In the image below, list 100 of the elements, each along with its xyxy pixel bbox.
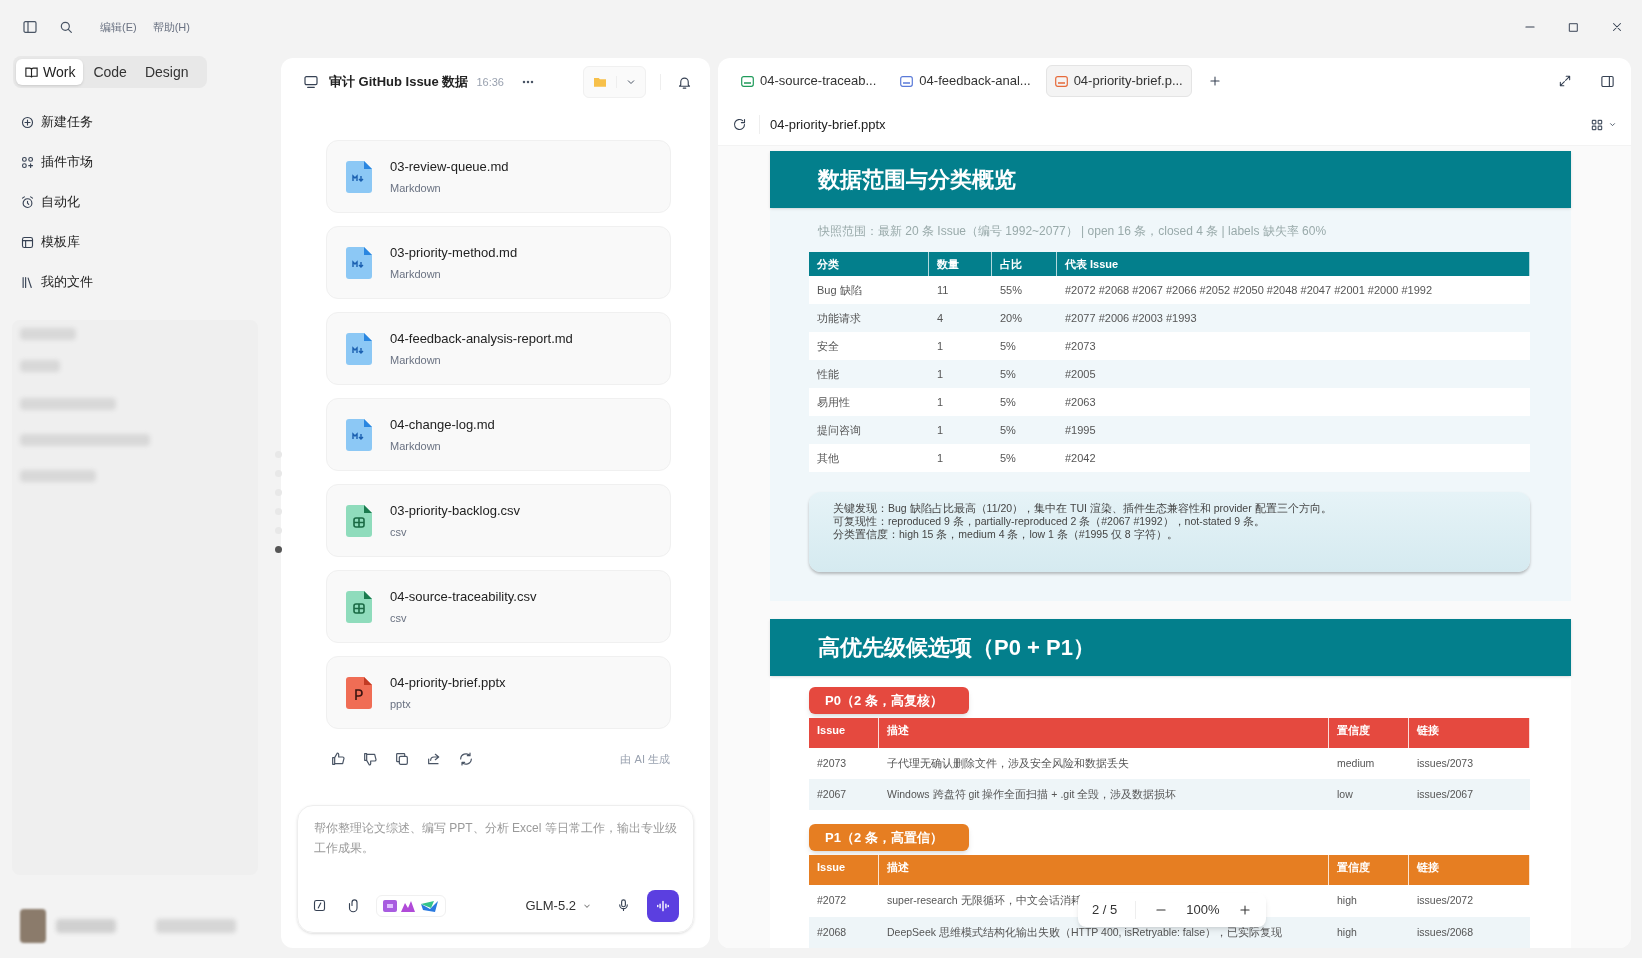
- finding-line: 关键发现：Bug 缺陷占比最高（11/20），集中在 TUI 渲染、插件生态兼容性和 provider 配置三个方向。: [833, 502, 1333, 515]
- file-type: csv: [390, 610, 408, 626]
- table-cell-text: 20%: [999, 310, 1024, 326]
- file-tab[interactable]: 04-source-traceab...: [732, 65, 886, 97]
- table-cell-text: 易用性: [816, 394, 851, 410]
- nav-item[interactable]: 模板库: [41, 232, 80, 252]
- page-indicator: 2 / 5: [1092, 901, 1118, 920]
- table-cell: issues/2072: [1417, 893, 1474, 909]
- chat-title: 审计 GitHub Issue 数据: [329, 73, 469, 92]
- model-selector[interactable]: GLM-5.2: [525, 895, 592, 916]
- table-cell-text: 5%: [999, 450, 1017, 466]
- table-cell-text: 4: [936, 310, 945, 326]
- table-cell-text: Windows 跨盘符 git 操作全面扫描 + .git 全毁，涉及数据损坏: [887, 786, 1177, 802]
- table-cell: high: [1337, 893, 1357, 909]
- table-cell-text: medium: [1337, 755, 1375, 771]
- alarm-clock-icon[interactable]: [20, 194, 35, 210]
- copy-icon[interactable]: [394, 751, 410, 768]
- table-cell-text: #2067: [817, 786, 847, 802]
- close-icon[interactable]: [1610, 20, 1624, 34]
- table-cell-text: 1: [936, 394, 945, 410]
- nav-item[interactable]: 新建任务: [41, 112, 93, 132]
- file-card[interactable]: 04-priority-brief.pptx pptx: [326, 656, 671, 729]
- sidebar-toggle-icon[interactable]: [22, 19, 38, 35]
- bell-icon[interactable]: [677, 74, 692, 90]
- mode-tab[interactable]: Code: [85, 59, 135, 85]
- priority-label: P0（2 条，高复核）: [809, 687, 969, 714]
- thumbs-down-icon[interactable]: [362, 751, 378, 768]
- finding-line: 分类置信度：high 15 条，medium 4 条，low 1 条（#1995 仅 8 字符）。: [833, 528, 1179, 541]
- blurred-avatar: [20, 909, 46, 943]
- nav-item[interactable]: 自动化: [41, 192, 80, 212]
- file-name: 03-priority-method.md: [390, 244, 518, 262]
- refresh-icon[interactable]: [458, 751, 474, 768]
- markdown-file-icon: [346, 332, 372, 365]
- add-tab-icon[interactable]: [1207, 74, 1222, 88]
- file-type: Markdown: [390, 180, 442, 196]
- table-cell-text: #2072 #2068 #2067 #2066 #2052 #2050 #2048 #2047 #2001 #2000 #1992: [1064, 282, 1434, 298]
- file-card[interactable]: 03-review-queue.md Markdown: [326, 140, 671, 213]
- file-name: 04-change-log.md: [390, 416, 495, 434]
- table-cell-text: #2073: [1064, 338, 1097, 354]
- file-name: 04-priority-brief.pptx: [390, 674, 506, 692]
- blurred-username: [56, 919, 116, 933]
- view-mode-icon[interactable]: [1590, 117, 1617, 132]
- menu-item[interactable]: 帮助(H): [152, 18, 190, 36]
- nav-item[interactable]: 我的文件: [41, 272, 93, 292]
- chat-time: 16:36: [476, 74, 504, 90]
- file-name: 03-priority-backlog.csv: [390, 502, 521, 520]
- message-input[interactable]: 帮你整理论文综述、编写 PPT、分析 Excel 等日常工作，输出专业级工作成果。 GLM-5.2: [297, 804, 694, 933]
- spreadsheet-file-icon: [346, 504, 372, 537]
- file-type: csv: [390, 524, 408, 540]
- library-icon[interactable]: [20, 274, 35, 290]
- spreadsheet-file-icon: [346, 590, 372, 623]
- table-cell-text: 5%: [999, 338, 1017, 354]
- file-type: Markdown: [390, 266, 442, 282]
- zoom-in-icon[interactable]: [1237, 903, 1252, 917]
- table-cell-text: #2063: [1064, 394, 1097, 410]
- app-shortcuts-icon[interactable]: [376, 894, 446, 917]
- maximize-icon[interactable]: [1567, 20, 1580, 34]
- waveform-icon: [656, 898, 670, 913]
- markdown-file-icon: [346, 246, 372, 279]
- finding-line: 可复现性：reproduced 9 条，partially-reproduced 2 条（#2067 #1992），not-stated 9 条。: [833, 515, 1266, 528]
- file-card[interactable]: 04-change-log.md Markdown: [326, 398, 671, 471]
- table-cell: #2072: [817, 893, 847, 909]
- expand-icon[interactable]: [1558, 74, 1572, 88]
- layout-icon[interactable]: [20, 234, 35, 250]
- table-cell-text: issues/2067: [1417, 786, 1474, 802]
- file-card[interactable]: 04-feedback-analysis-report.md Markdown: [326, 312, 671, 385]
- side-panel-icon[interactable]: [1600, 73, 1615, 89]
- file-name: 03-review-queue.md: [390, 158, 509, 176]
- nav-item[interactable]: 插件市场: [41, 152, 93, 172]
- add-circle-icon[interactable]: [20, 114, 35, 130]
- book-icon: [24, 64, 39, 80]
- mode-tab[interactable]: Work: [16, 59, 84, 85]
- table-cell-text: 其他: [816, 450, 840, 466]
- table-cell-text: #2073: [817, 755, 847, 771]
- slide-title: 高优先级候选项（P0 + P1）: [770, 619, 1571, 676]
- slash-command-icon[interactable]: [312, 898, 327, 913]
- search-icon[interactable]: [58, 19, 74, 35]
- file-card[interactable]: 03-priority-backlog.csv csv: [326, 484, 671, 557]
- table-cell-text: 提问咨询: [816, 422, 862, 438]
- table-cell-text: 11: [936, 282, 950, 298]
- thumbs-up-icon[interactable]: [330, 751, 346, 768]
- mode-tab[interactable]: Design: [136, 59, 197, 85]
- file-path: 04-priority-brief.pptx: [759, 114, 886, 135]
- file-card[interactable]: 03-priority-method.md Markdown: [326, 226, 671, 299]
- file-type: Markdown: [390, 352, 442, 368]
- presentation-file-icon: [346, 676, 372, 709]
- reload-icon[interactable]: [732, 117, 747, 132]
- plugin-grid-icon[interactable]: [20, 154, 35, 170]
- table-cell-text: 55%: [999, 282, 1024, 298]
- file-type: Markdown: [390, 438, 442, 454]
- table-cell-text: 功能请求: [816, 310, 862, 326]
- voice-button[interactable]: [647, 889, 679, 922]
- table-cell-text: issues/2073: [1417, 755, 1474, 771]
- menu-item[interactable]: 编辑(E): [100, 18, 137, 36]
- file-name: 04-source-traceability.csv: [390, 588, 537, 606]
- microphone-icon[interactable]: [616, 898, 631, 913]
- file-tab[interactable]: 04-feedback-anal...: [891, 65, 1040, 97]
- file-card[interactable]: 04-source-traceability.csv csv: [326, 570, 671, 643]
- table-cell: DeepSeek 思维模式结构化输出失败（HTTP 400, isRetryable: false），已实际复现: [887, 925, 1282, 941]
- file-tab[interactable]: 04-priority-brief.p...: [1045, 65, 1192, 97]
